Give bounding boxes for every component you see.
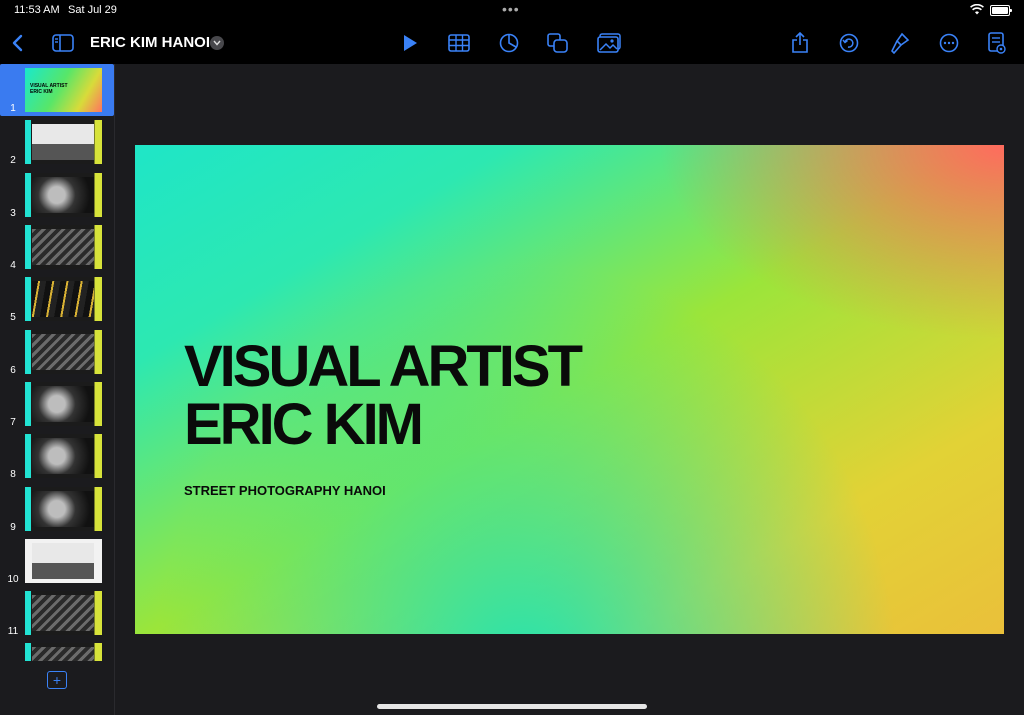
slide-title-line2: ERIC KIM [184,392,424,457]
slide-thumbnail[interactable]: 9 [0,483,114,535]
slide-title[interactable]: VISUAL ARTIST ERIC KIM [184,338,583,457]
slide-thumbnail-image: VISUAL ARTIST ERIC KIM [25,68,102,112]
keynote-app: 11:53 AM Sat Jul 29 ••• ERIC KIM HANOI V… [0,0,1024,715]
format-brush-icon[interactable] [887,30,913,56]
slide-thumbnail[interactable]: 7 [0,378,114,430]
slide-thumbnail-image [25,225,102,269]
slide-thumbnail-image [25,434,102,478]
slide-number: 4 [10,260,16,271]
slide-thumbnail-image [25,643,102,661]
slide-number: 11 [7,626,19,637]
more-icon[interactable] [936,30,962,56]
slide-number: 8 [10,469,16,480]
slide-number: 9 [10,522,16,533]
document-title[interactable]: ERIC KIM HANOI [90,34,210,51]
status-time: 11:53 AM [14,4,60,16]
home-indicator[interactable] [377,704,647,709]
slide-thumbnail-image [25,120,102,164]
plus-icon: + [52,672,62,688]
slide-number: 2 [10,155,16,166]
wifi-icon [970,3,984,18]
table-icon[interactable] [446,30,472,56]
slide-number: 5 [10,312,16,323]
photo [31,123,95,161]
photo [31,385,95,423]
photo [31,280,95,318]
slide-title-line1: VISUAL ARTIST [184,334,583,399]
chart-icon[interactable] [496,30,522,56]
multitasking-dots-icon[interactable]: ••• [502,1,520,17]
photo [31,333,95,371]
slide-thumbnail[interactable]: 4 [0,221,114,273]
slide-subtitle[interactable]: STREET PHOTOGRAPHY HANOI [184,483,386,498]
presenter-view-icon[interactable] [984,30,1010,56]
shapes-icon[interactable] [545,30,571,56]
slide-thumbnail-image [25,330,102,374]
slide-thumbnail-image [25,487,102,531]
current-slide[interactable]: VISUAL ARTIST ERIC KIM STREET PHOTOGRAPH… [135,145,1004,634]
slide-thumbnail[interactable]: 2 [0,116,114,168]
status-date: Sat Jul 29 [68,4,117,16]
photo [31,490,95,528]
photo [31,646,95,661]
chevron-down-icon[interactable] [210,36,224,50]
slide-thumbnail[interactable]: 8 [0,430,114,482]
slide-thumbnail[interactable]: 5 [0,273,114,325]
toolbar: ERIC KIM HANOI [0,22,1024,64]
photo [31,228,95,266]
slide-thumbnail[interactable] [0,639,114,661]
status-bar: 11:53 AM Sat Jul 29 ••• [0,0,1024,22]
photo [31,594,95,632]
slide-navigator: VISUAL ARTIST ERIC KIM 1 2 3 4 5 6 7 8 9… [0,64,115,715]
add-slide-button[interactable]: + [47,671,67,689]
thumbnail-title-line2: ERIC KIM [30,89,53,95]
slide-thumbnail-image [25,382,102,426]
slide-canvas: VISUAL ARTIST ERIC KIM STREET PHOTOGRAPH… [115,64,1024,715]
slide-thumbnail-image [25,539,102,583]
share-icon[interactable] [787,30,813,56]
sidebar-icon[interactable] [50,30,76,56]
play-icon[interactable] [397,30,423,56]
slide-number: 3 [10,208,16,219]
battery-icon [990,5,1012,16]
slide-thumbnail-image [25,591,102,635]
slide-thumbnail[interactable]: 6 [0,326,114,378]
slide-number: 1 [10,103,16,114]
slide-thumbnail[interactable]: 10 [0,535,114,587]
media-icon[interactable] [596,30,622,56]
photo [31,542,95,580]
slide-number: 7 [10,417,16,428]
photo [31,437,95,475]
slide-thumbnail-image [25,277,102,321]
thumbnail-title: VISUAL ARTIST ERIC KIM [30,83,68,95]
undo-icon[interactable] [836,30,862,56]
slide-thumbnail[interactable]: 11 [0,587,114,639]
slide-thumbnail[interactable]: 3 [0,169,114,221]
photo [31,176,95,214]
slide-thumbnail-image [25,173,102,217]
slide-number: 6 [10,365,16,376]
slide-number: 10 [7,574,19,585]
slide-thumbnail[interactable]: VISUAL ARTIST ERIC KIM 1 [0,64,114,116]
back-icon[interactable] [4,30,30,56]
